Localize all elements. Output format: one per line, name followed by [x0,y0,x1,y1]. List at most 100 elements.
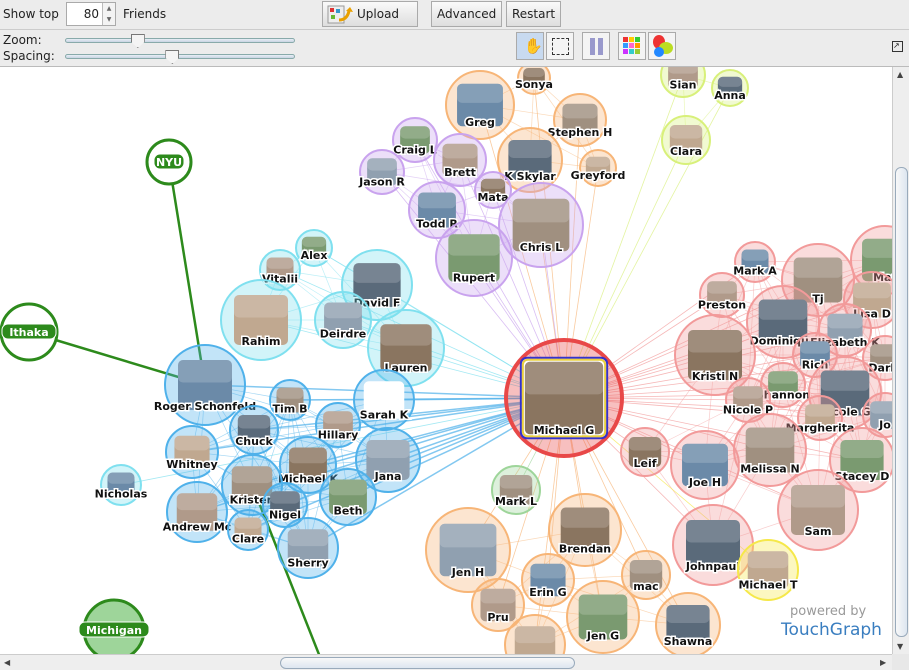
friend-node[interactable]: Anna [711,69,749,107]
friend-node[interactable]: Michigan [78,598,150,654]
hand-tool-button[interactable]: ✋ [516,32,544,60]
friend-node[interactable]: Alex [295,229,333,267]
friend-node[interactable]: Tim B [269,379,311,421]
touchgraph-logo: TouchGraph [781,620,882,640]
friend-node[interactable]: Whitney [165,425,219,479]
friend-name: Deirdre [320,327,367,340]
powered-by-label: powered by [790,604,867,620]
friend-name: Joe H [688,476,721,489]
friend-node[interactable]: Deirdre [314,291,372,349]
scroll-right-arrow[interactable]: ▶ [880,658,886,667]
friend-name: Jen H [451,566,484,579]
friend-name: Hillary [318,429,359,442]
friend-node[interactable]: Sarah K [353,369,415,431]
friend-graph[interactable]: Sonya Greg Stephen H Craig L Brett K Skylar Gr… [0,67,892,654]
friend-node[interactable]: Sam [777,469,859,551]
friend-node[interactable]: Clara [661,115,711,165]
spacing-slider[interactable] [65,50,295,64]
friend-node[interactable]: Melissa N [733,413,807,487]
zoom-slider-thumb[interactable] [130,34,145,48]
friend-name: Whitney [166,458,217,471]
friend-node[interactable]: Craig L [392,117,438,163]
zoom-slider[interactable] [65,34,295,48]
friend-node[interactable]: Nicholas [93,464,149,506]
friend-node[interactable]: Chuck [229,405,279,455]
friend-node[interactable]: Michael T [737,539,800,601]
friend-node[interactable]: Mark A [732,241,779,283]
friend-name: Alex [301,249,328,262]
scroll-down-arrow[interactable]: ▼ [897,642,903,651]
friend-name: Leif [633,457,656,470]
friend-node[interactable]: Brendan [548,493,622,567]
vertical-scroll-thumb[interactable] [895,167,908,637]
friend-node[interactable]: Leif [620,427,670,477]
friend-node[interactable]: Clare [227,509,269,551]
friend-name: Craig L [393,144,436,157]
vertical-scrollbar[interactable]: ▲ ▼ [892,67,909,654]
friend-name: Pru [487,611,508,624]
friend-name: Anna [714,89,746,102]
friend-node[interactable]: Sian [660,67,706,98]
friend-name: NYU [156,156,182,169]
friend-name: Mark L [495,495,537,508]
scroll-left-arrow[interactable]: ◀ [4,658,10,667]
scroll-up-arrow[interactable]: ▲ [897,70,903,79]
friend-node[interactable]: Greyford [569,149,627,187]
spacing-slider-thumb[interactable] [165,50,180,64]
spacing-label: Spacing: [3,49,55,63]
friend-name: Erin G [529,586,566,599]
restart-button[interactable]: Restart [506,1,562,27]
friend-name: Jana [374,470,402,483]
friend-node[interactable]: Ithaka [0,302,59,362]
friend-node[interactable]: Rahim [220,279,302,361]
friend-name: Jen G [586,629,619,642]
friend-node[interactable]: Jason R [357,149,407,195]
friend-name: Shawna [664,635,713,648]
friends-label: Friends [123,7,167,21]
friend-name: K Skylar [504,170,556,183]
horizontal-scrollbar[interactable]: ◀ ▶ [0,654,892,670]
friend-node[interactable]: Preston [696,272,748,318]
friend-node[interactable]: Sonya [514,67,554,95]
friend-name: Melissa N [740,462,800,475]
top-toolbar: Show top 80 ▲ ▼ Friends Upload Advanced R… [0,0,909,30]
friend-name: Andrew Mc [163,521,232,534]
color-blobs-button[interactable] [648,32,676,60]
show-top-value[interactable]: 80 [84,7,99,21]
stepper-buttons[interactable]: ▲ ▼ [102,3,115,25]
friend-node[interactable]: Sherry [277,517,339,579]
upload-button[interactable]: Upload [322,1,418,27]
friend-node[interactable]: Joe H [670,430,740,500]
friend-node[interactable]: Michael G [504,338,624,458]
friend-node[interactable]: Stephen H [546,93,614,147]
color-blobs-icon [653,35,673,57]
color-grid-button[interactable] [618,32,646,60]
show-top-label: Show top [3,7,59,21]
friend-node[interactable]: Rupert [435,219,513,297]
show-top-stepper[interactable]: 80 ▲ ▼ [66,2,116,26]
upload-icon [327,5,353,24]
friend-node[interactable]: Shawna [655,592,721,654]
expand-window-icon[interactable]: ↗ [892,41,903,52]
friend-node[interactable]: NYU [145,138,193,186]
friend-node[interactable]: Jen G [566,580,640,654]
friend-name: Michigan [86,624,142,637]
friend-name: Michael G [534,424,595,437]
pause-button[interactable] [582,32,610,60]
friend-name: Greyford [571,169,626,182]
friend-node[interactable]: Andrew Mc [161,481,233,543]
select-tool-button[interactable] [546,32,574,60]
friend-name: Stephen H [548,126,613,139]
friend-name: Sherry [287,557,328,570]
friend-node[interactable]: Greg [445,70,515,140]
graph-canvas[interactable]: Sonya Greg Stephen H Craig L Brett K Skylar Gr… [0,67,892,654]
advanced-button[interactable]: Advanced [431,1,503,27]
friend-node[interactable]: Erin G [521,553,575,607]
friend-node[interactable]: Mark L [491,465,541,515]
friend-node[interactable]: Beth [319,468,377,526]
horizontal-scroll-thumb[interactable] [280,657,575,669]
friend-name: Sarah K [360,409,409,422]
friend-name: Chuck [235,435,273,448]
select-rect-icon [552,38,569,55]
zoom-label: Zoom: [3,33,42,47]
